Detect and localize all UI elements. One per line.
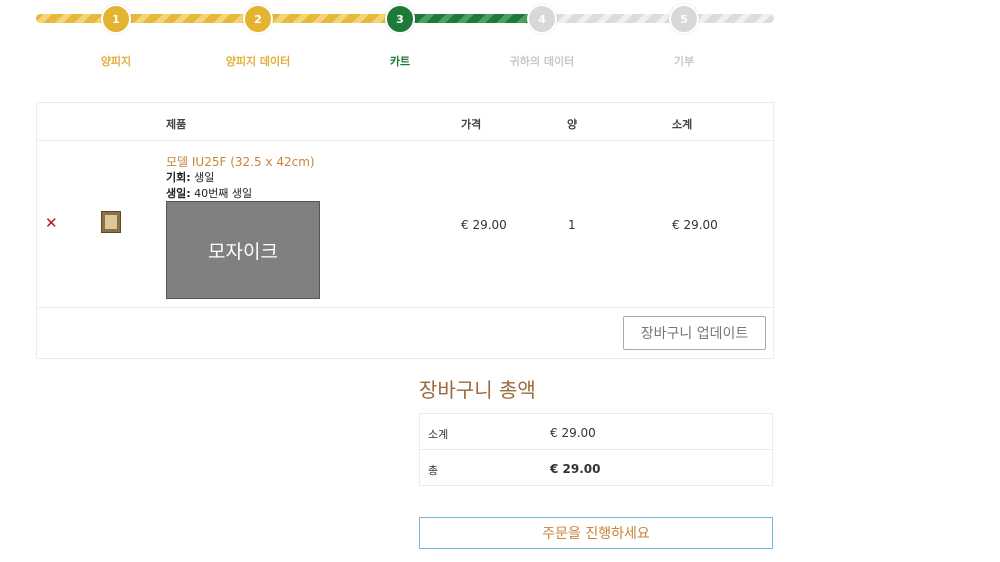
step-1-label[interactable]: 양피지 [46, 53, 186, 69]
cart-table: 제품 가격 양 소계 ✕ 모델 IU25F (32.5 x 42cm) 기회: … [36, 102, 774, 359]
step-2-label[interactable]: 양피지 데이터 [188, 53, 328, 69]
step-5-circle: 5 [669, 4, 699, 34]
update-cart-button[interactable]: 장바구니 업데이트 [623, 316, 766, 350]
header-price: 가격 [461, 118, 482, 131]
cart-totals-table: 소계 € 29.00 총 € 29.00 [419, 413, 773, 486]
cart-totals-title: 장바구니 총액 [419, 378, 536, 402]
occasion-value: 생일 [194, 171, 215, 184]
birthday-value: 40번째 생일 [194, 187, 253, 200]
occasion-meta: 기회: 생일 [166, 169, 214, 185]
cart-actions: 장바구니 업데이트 [37, 308, 773, 360]
progress-bar-complete [36, 14, 411, 23]
product-thumbnail[interactable] [101, 211, 121, 233]
cart-item-row: ✕ 모델 IU25F (32.5 x 42cm) 기회: 생일 생일: 40번째… [37, 141, 773, 308]
checkout-progress-stepper: 1 2 3 4 5 양피지 양피지 데이터 카트 귀하의 데이터 기부 [36, 4, 774, 68]
totals-total-value: € 29.00 [550, 462, 601, 476]
header-subtotal: 소계 [672, 118, 693, 131]
step-3-circle: 3 [385, 4, 415, 34]
item-subtotal: € 29.00 [672, 218, 718, 232]
header-quantity: 양 [567, 118, 578, 131]
step-2-circle[interactable]: 2 [243, 4, 273, 34]
totals-total-label: 총 [428, 464, 439, 477]
cart-table-header: 제품 가격 양 소계 [37, 103, 773, 141]
item-quantity[interactable]: 1 [568, 218, 576, 232]
totals-subtotal-label: 소계 [428, 428, 449, 441]
mosaic-preview-text: 모자이크 [208, 240, 278, 263]
proceed-to-checkout-button[interactable]: 주문을 진행하세요 [419, 517, 773, 549]
step-1-circle[interactable]: 1 [101, 4, 131, 34]
step-4-label: 귀하의 데이터 [509, 55, 575, 68]
progress-bar-current [401, 14, 536, 23]
totals-subtotal-row: 소계 € 29.00 [420, 414, 772, 450]
remove-item-icon[interactable]: ✕ [45, 214, 58, 232]
occasion-label: 기회: [166, 171, 191, 184]
step-5-label: 기부 [673, 55, 695, 68]
step-4-circle: 4 [527, 4, 557, 34]
totals-total-row: 총 € 29.00 [420, 450, 772, 486]
birthday-label: 생일: [166, 187, 191, 200]
header-product: 제품 [166, 118, 187, 131]
progress-bar-remaining [531, 14, 774, 23]
birthday-meta: 생일: 40번째 생일 [166, 185, 252, 201]
item-price: € 29.00 [461, 218, 507, 232]
mosaic-preview-image: 모자이크 [166, 201, 320, 299]
product-name-link[interactable]: 모델 IU25F (32.5 x 42cm) [166, 153, 315, 170]
step-3-label: 카트 [389, 55, 411, 68]
totals-subtotal-value: € 29.00 [550, 426, 596, 440]
